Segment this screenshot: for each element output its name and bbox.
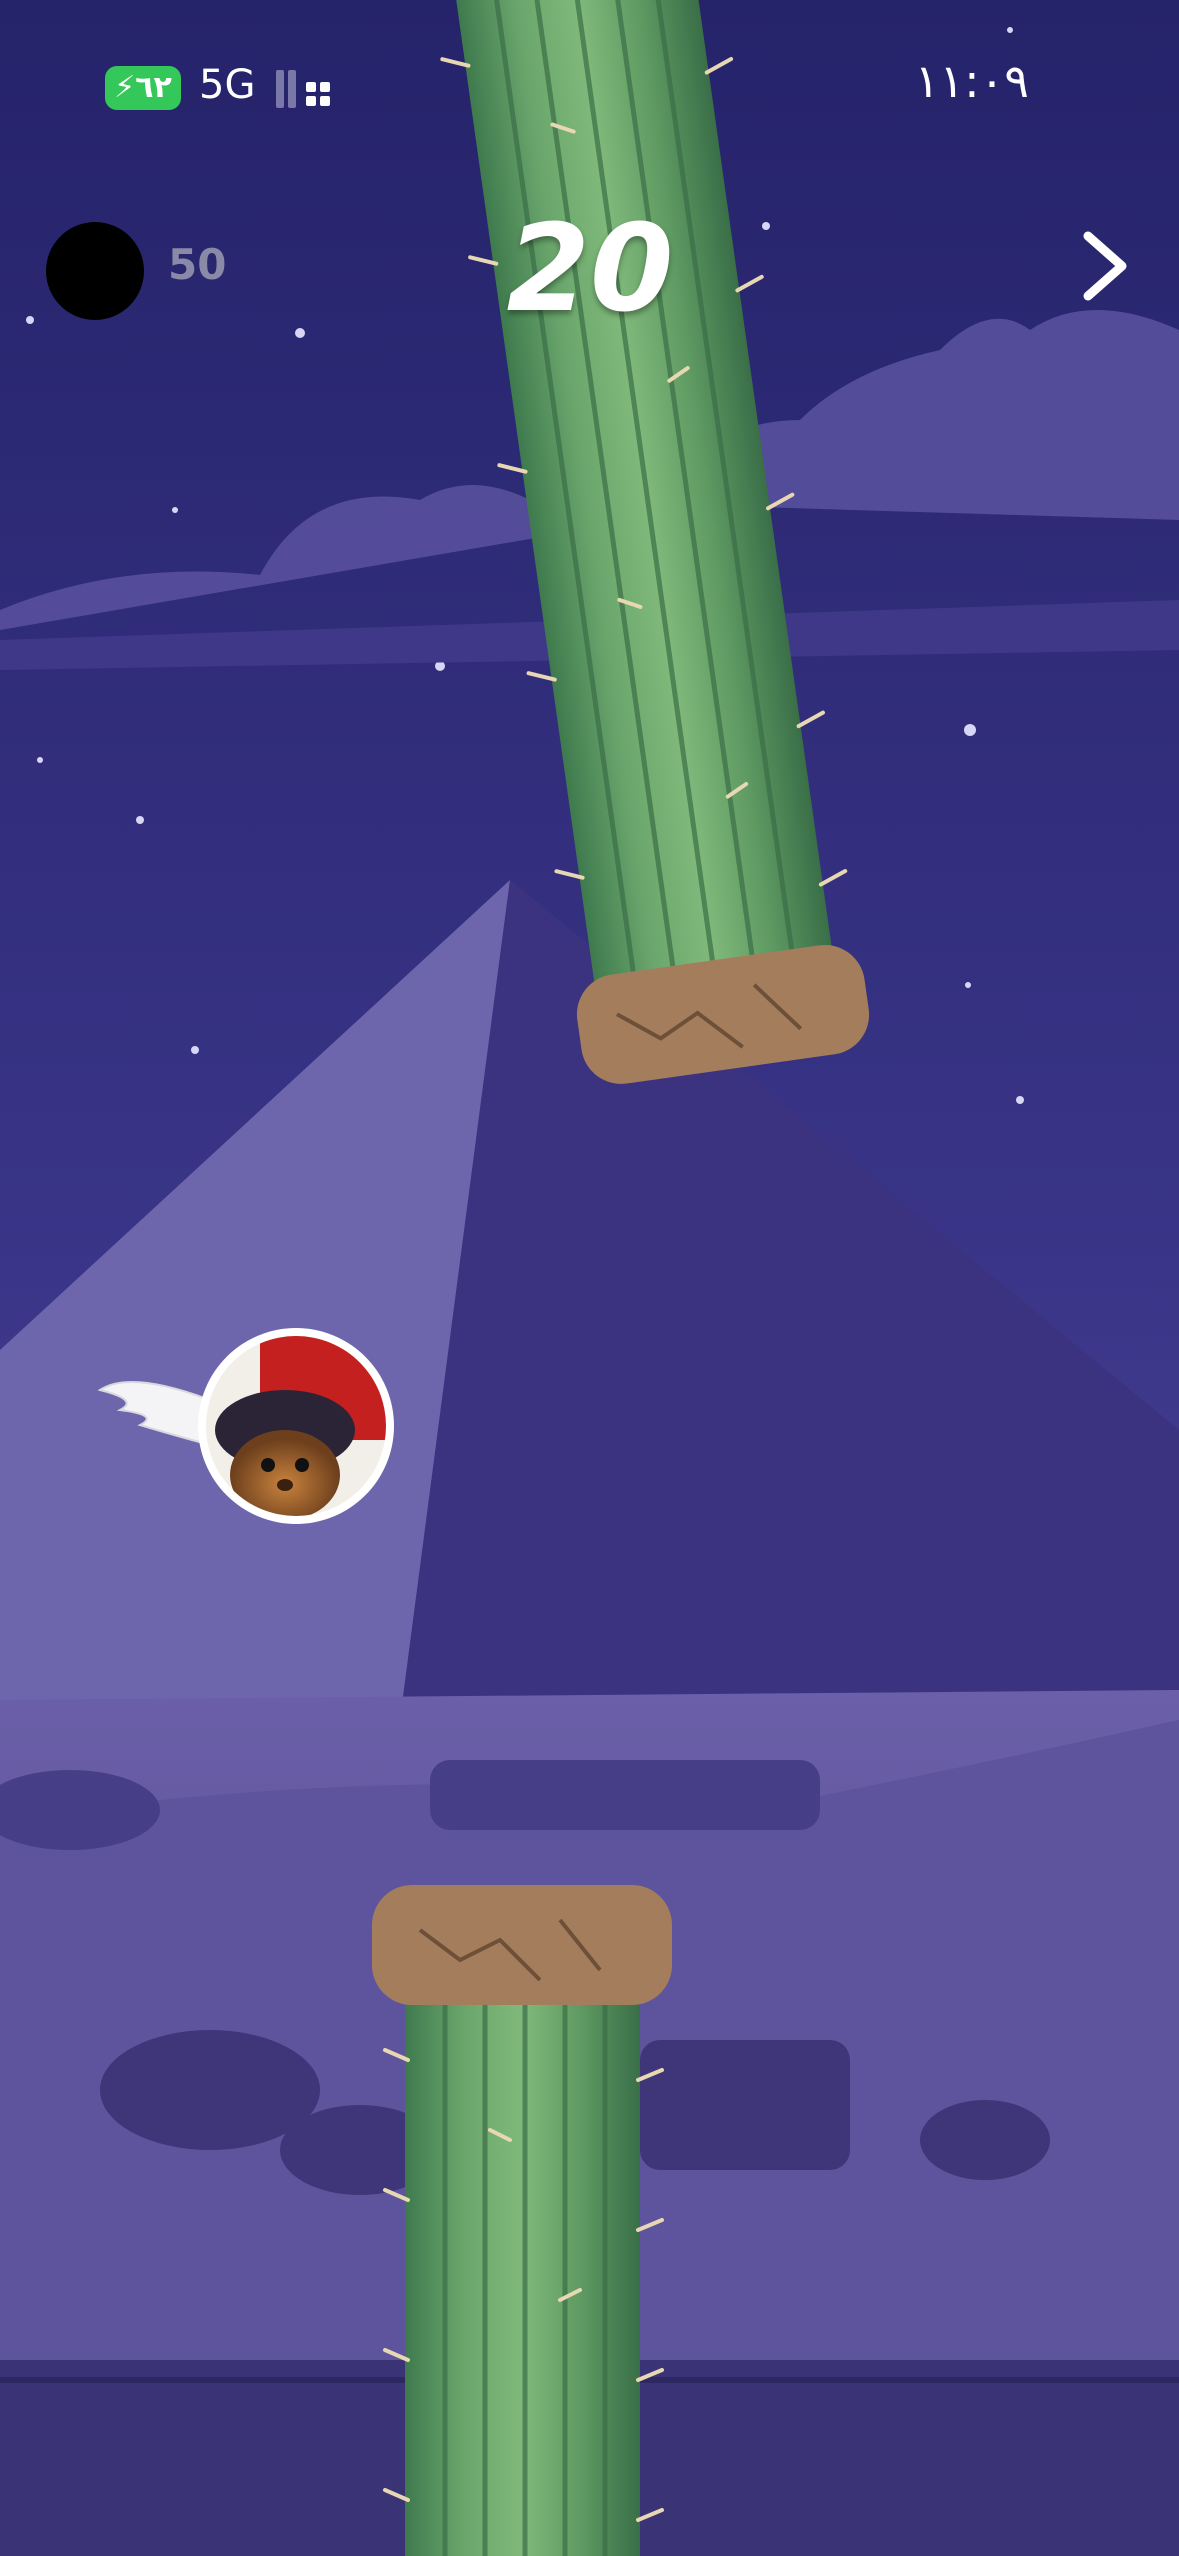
chevron-right-icon[interactable] (1070, 226, 1140, 306)
battery-indicator: ⚡٦٢ (105, 66, 181, 110)
cactus-obstacle-bottom (372, 1885, 672, 2556)
score-display: 20 (506, 200, 674, 339)
status-time: ١١:٠٩ (914, 54, 1029, 108)
coin-count: 50 (168, 240, 227, 289)
signal-icon (276, 70, 330, 108)
game-scene[interactable] (0, 0, 1179, 2556)
coin-icon (46, 222, 144, 320)
network-type: 5G (199, 62, 256, 108)
